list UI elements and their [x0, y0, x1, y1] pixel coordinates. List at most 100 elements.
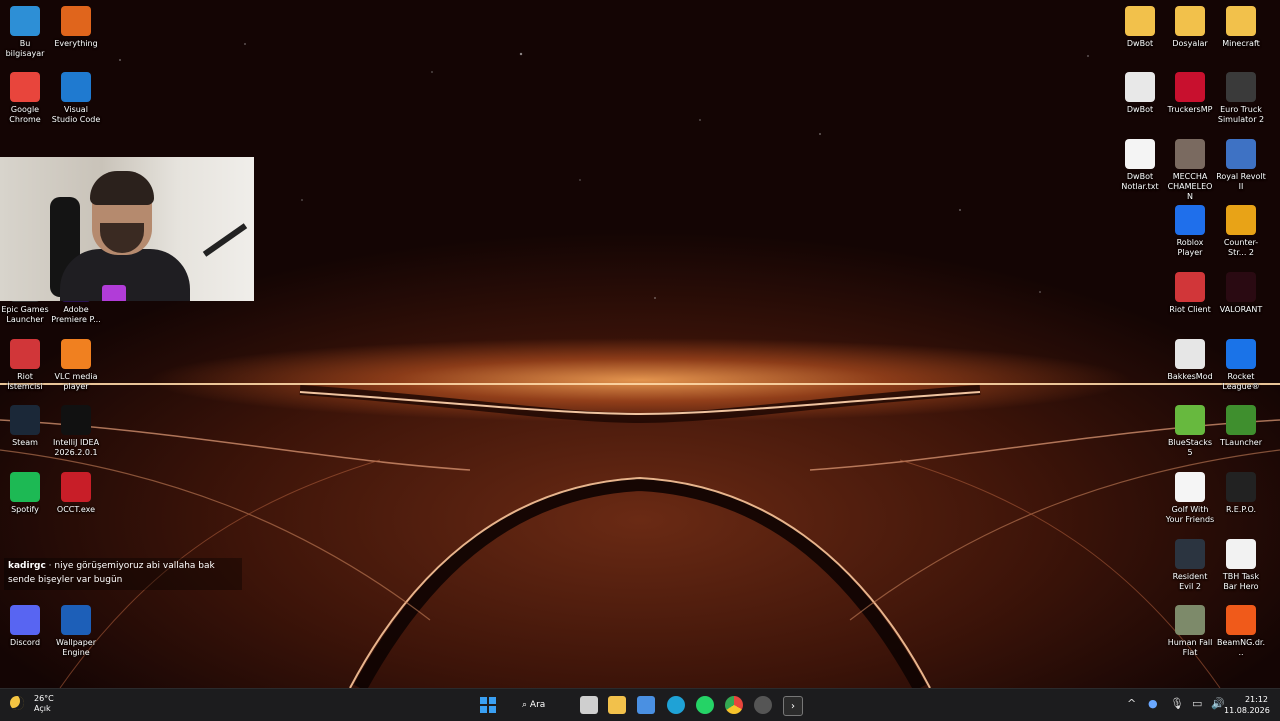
desktop-icon-label: IntelliJ IDEA 2026.2.0.1 [52, 438, 100, 457]
desktop-icon-label: Human Fall Flat [1167, 638, 1213, 657]
folder-icon [1175, 6, 1205, 36]
desktop-icon-wallpaper-engine[interactable]: Wallpaper Engine [51, 605, 101, 658]
settings-file-icon [1125, 72, 1155, 102]
desktop-icon-vlc-media-player[interactable]: VLC media player [51, 339, 101, 392]
chrome-icon[interactable] [725, 696, 743, 714]
desktop-icon-label: DwBot [1126, 105, 1154, 114]
vscode-icon [61, 72, 91, 102]
desktop-icon-tlauncher[interactable]: TLauncher [1216, 405, 1266, 448]
desktop-icon-dwbot[interactable]: DwBot [1115, 72, 1165, 115]
desktop-icon-bakkesmod[interactable]: BakkesMod [1165, 339, 1215, 382]
desktop-icon-dwbot-notlar-txt[interactable]: DwBot Notlar.txt [1115, 139, 1165, 192]
desktop-icon-label: Steam [12, 438, 38, 447]
desktop-icon-meccha-chameleon[interactable]: MECCHA CHAMELEON [1165, 139, 1215, 202]
game-icon [1175, 139, 1205, 169]
network-icon[interactable]: ▭ [1192, 697, 1202, 710]
desktop-icon-label: DwBot Notlar.txt [1121, 172, 1159, 191]
desktop-icon-riot-client[interactable]: Riot Client [1165, 272, 1215, 315]
desktop: Bu bilgisayar Everything Google Chrome Visu… [0, 0, 1280, 688]
desktop-icon-label: Discord [9, 638, 41, 647]
taskbar-search-button[interactable]: ⌕ Ara [522, 697, 545, 713]
riot-icon [10, 339, 40, 369]
tray-app-icon[interactable]: ● [1148, 697, 1158, 710]
text-file-icon [1125, 139, 1155, 169]
desktop-icon-google-chrome[interactable]: Google Chrome [0, 72, 50, 125]
terminal-icon[interactable]: › [783, 696, 803, 716]
obs-icon[interactable] [754, 696, 772, 714]
desktop-icon-valorant[interactable]: VALORANT [1216, 272, 1266, 315]
desktop-icon-intellij-idea-2026-2-0-1[interactable]: IntelliJ IDEA 2026.2.0.1 [51, 405, 101, 458]
system-clock[interactable]: 21:12 11.08.2026 [1224, 694, 1270, 716]
desktop-icon-beamng-dr[interactable]: BeamNG.dr... [1216, 605, 1266, 658]
desktop-icon-golf-with-your-friends[interactable]: Golf With Your Friends [1165, 472, 1215, 525]
windows-start-icon[interactable] [479, 696, 497, 714]
desktop-icon-discord[interactable]: Discord [0, 605, 50, 648]
desktop-icon-resident-evil-2[interactable]: Resident Evil 2 [1165, 539, 1215, 592]
intellij-icon [61, 405, 91, 435]
desktop-icon-label: TruckersMP [1167, 105, 1213, 114]
desktop-icon-visual-studio-code[interactable]: Visual Studio Code [51, 72, 101, 125]
bluestacks-icon [1175, 405, 1205, 435]
riot-icon [1175, 272, 1205, 302]
desktop-icon-dosyalar[interactable]: Dosyalar [1165, 6, 1215, 49]
desktop-icon-royal-revolt-ii[interactable]: Royal Revolt II [1216, 139, 1266, 192]
ets2-icon [1226, 72, 1256, 102]
folder-icon [1226, 6, 1256, 36]
beamng-icon [1226, 605, 1256, 635]
webcam-overlay [0, 157, 254, 301]
microphone-icon[interactable]: 🎙 [1170, 697, 1184, 710]
file-explorer-icon[interactable] [608, 696, 626, 714]
desktop-icon-label: TLauncher [1219, 438, 1263, 447]
volume-icon[interactable]: 🔊 [1211, 697, 1225, 710]
desktop-icon-minecraft[interactable]: Minecraft [1216, 6, 1266, 49]
store-icon[interactable] [637, 696, 655, 714]
taskbar: 26°C Açık ⌕ Ara › ^ ● 🎙 ▭ 🔊 21:12 11.08.… [0, 688, 1280, 721]
search-icon [61, 6, 91, 36]
desktop-icon-bu-bilgisayar[interactable]: Bu bilgisayar [0, 6, 50, 59]
stream-chat-overlay: kadirgc · niye görüşemiyoruz abi vallaha… [4, 558, 242, 590]
chevron-up-icon[interactable]: ^ [1127, 697, 1136, 710]
task-view-icon[interactable] [580, 696, 598, 714]
golf-icon [1175, 472, 1205, 502]
desktop-icon-label: Epic Games Launcher [1, 305, 49, 324]
desktop-icon-roblox-player[interactable]: Roblox Player [1165, 205, 1215, 258]
desktop-icon-r-e-p-o[interactable]: R.E.P.O. [1216, 472, 1266, 515]
weather-moon-icon [10, 696, 24, 710]
desktop-icon-truckersmp[interactable]: TruckersMP [1165, 72, 1215, 115]
desktop-icon-counter-str-2[interactable]: Counter-Str... 2 [1216, 205, 1266, 258]
edge-icon[interactable] [667, 696, 685, 714]
valorant-icon [1226, 272, 1256, 302]
steam-icon [10, 405, 40, 435]
desktop-icon-human-fall-flat[interactable]: Human Fall Flat [1165, 605, 1215, 658]
desktop-icon-label: Spotify [11, 505, 39, 514]
royal-revolt-icon [1226, 139, 1256, 169]
desktop-icon-dwbot[interactable]: DwBot [1115, 6, 1165, 49]
cs2-icon [1226, 205, 1256, 235]
repo-icon [1226, 472, 1256, 502]
desktop-icon-label: Riot Client [1169, 305, 1211, 314]
chat-username: kadirgc [8, 561, 46, 571]
desktop-icon-everything[interactable]: Everything [51, 6, 101, 49]
desktop-icon-label: Euro Truck Simulator 2 [1217, 105, 1265, 124]
desktop-icon-bluestacks-5[interactable]: BlueStacks 5 [1165, 405, 1215, 458]
weather-widget[interactable]: 26°C Açık [10, 694, 54, 714]
desktop-icon-label: Dosyalar [1172, 39, 1208, 48]
desktop-icon-label: DwBot [1126, 39, 1154, 48]
computer-icon [10, 6, 40, 36]
desktop-icon-label: R.E.P.O. [1225, 505, 1257, 514]
desktop-icon-label: BeamNG.dr... [1216, 638, 1265, 657]
desktop-icon-label: Visual Studio Code [51, 105, 101, 124]
vlc-icon [61, 339, 91, 369]
desktop-icon-riot-i-stemcisi[interactable]: Riot İstemcisi [0, 339, 50, 392]
weather-temperature: 26°C [34, 694, 54, 703]
desktop-icon-label: Everything [54, 39, 98, 48]
desktop-icon-rocket-league[interactable]: Rocket League® [1216, 339, 1266, 392]
desktop-icon-tbh-task-bar-hero[interactable]: TBH Task Bar Hero [1216, 539, 1266, 592]
clock-time: 21:12 [1244, 695, 1268, 704]
desktop-icon-occt-exe[interactable]: OCCT.exe [51, 472, 101, 515]
desktop-icon-euro-truck-simulator-2[interactable]: Euro Truck Simulator 2 [1216, 72, 1266, 125]
whatsapp-icon[interactable] [696, 696, 714, 714]
desktop-icon-steam[interactable]: Steam [0, 405, 50, 448]
bakkesmod-icon [1175, 339, 1205, 369]
desktop-icon-spotify[interactable]: Spotify [0, 472, 50, 515]
